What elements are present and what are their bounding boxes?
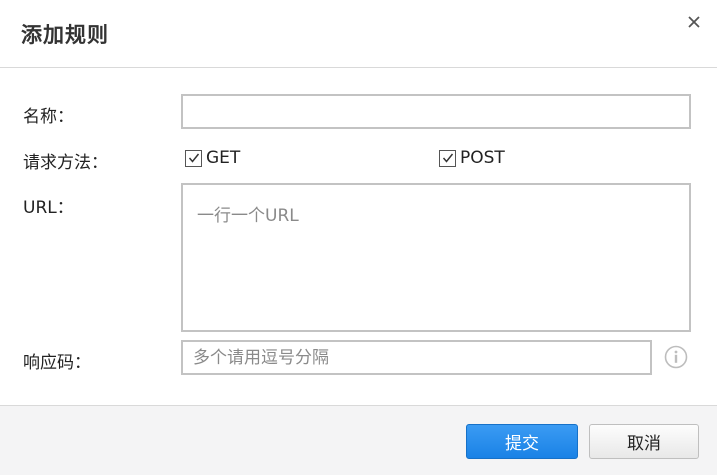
name-input[interactable] <box>181 94 691 129</box>
info-icon[interactable] <box>664 345 688 369</box>
dialog-title: 添加规则 <box>21 23 109 47</box>
method-post-label: POST <box>460 148 505 168</box>
dialog-footer: 提交 取消 <box>0 405 717 475</box>
status-code-input[interactable] <box>181 340 652 375</box>
dialog-header: 添加规则 <box>0 0 717 68</box>
method-get-checkbox[interactable]: GET <box>185 148 240 168</box>
close-icon[interactable] <box>682 10 706 34</box>
method-label: 请求方法： <box>23 153 108 173</box>
url-label: URL： <box>23 198 74 218</box>
name-label: 名称： <box>23 107 74 127</box>
method-get-label: GET <box>206 148 241 168</box>
add-rule-dialog: 添加规则 名称： 请求方法： GET POST URL： 响应码： <box>0 0 717 475</box>
status-code-label: 响应码： <box>23 353 91 373</box>
checkbox-checked-icon <box>185 149 202 167</box>
method-post-checkbox[interactable]: POST <box>439 148 505 168</box>
url-textarea[interactable] <box>181 183 691 332</box>
checkbox-checked-icon <box>439 149 456 167</box>
cancel-button[interactable]: 取消 <box>589 424 699 459</box>
submit-button[interactable]: 提交 <box>466 424 578 459</box>
